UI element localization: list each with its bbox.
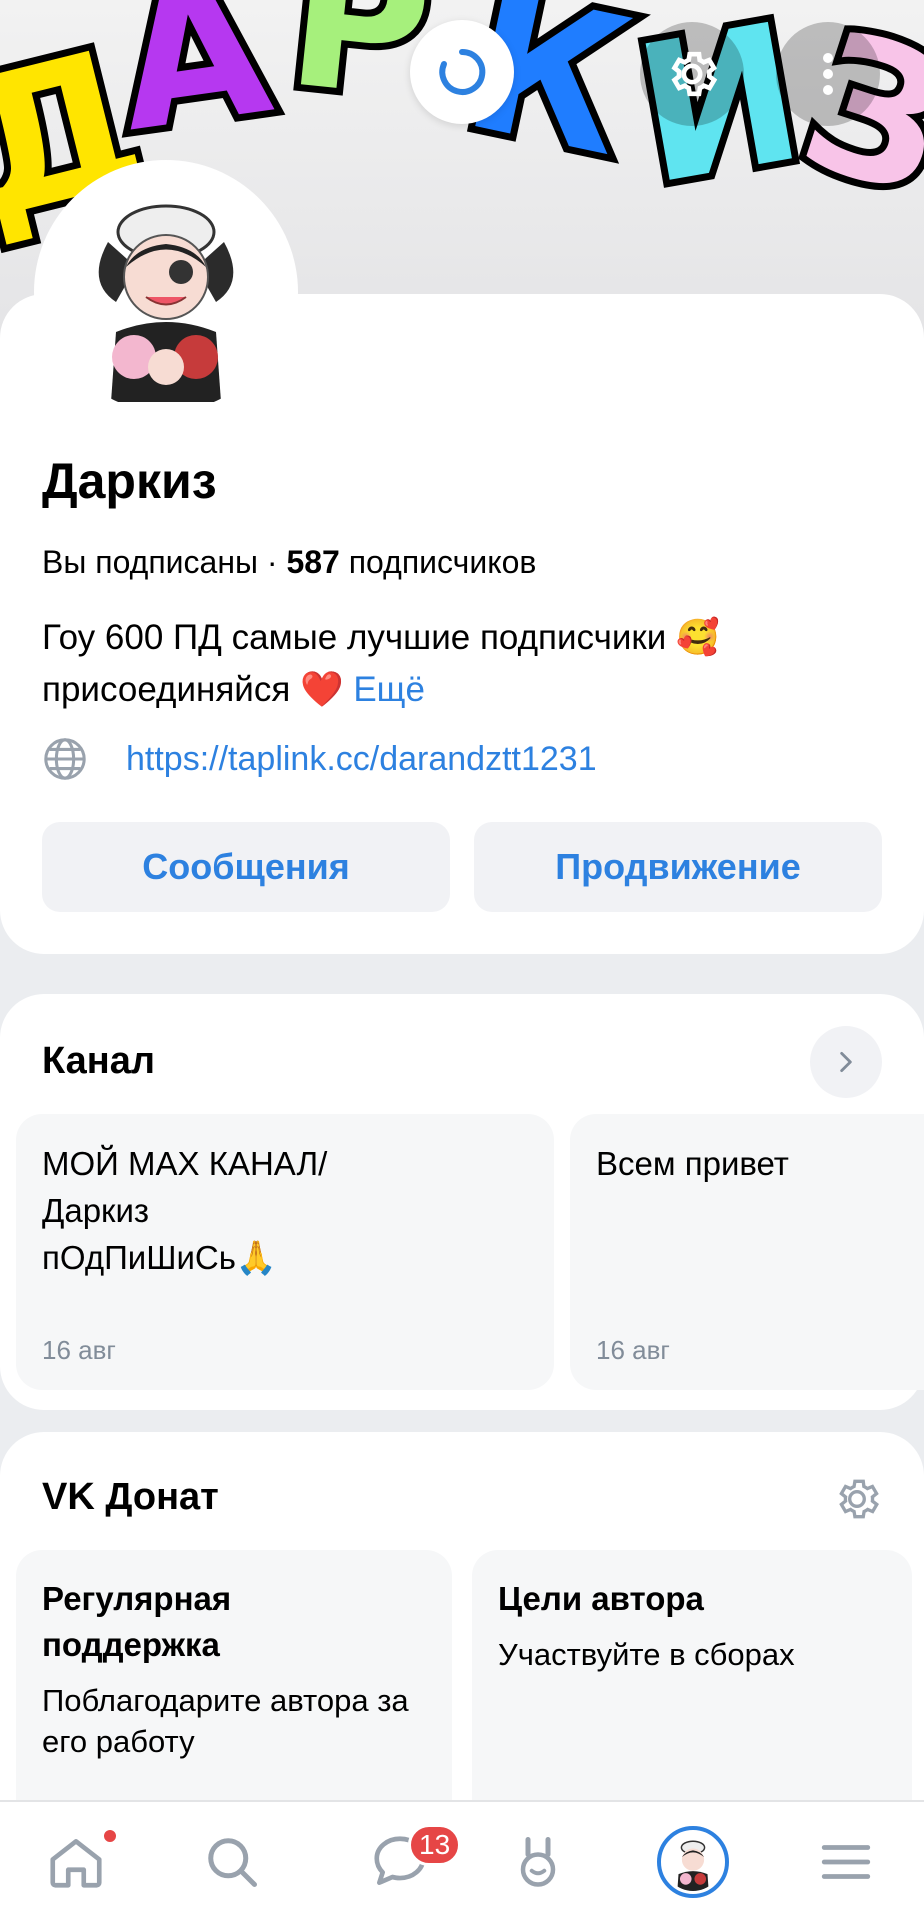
avatar bbox=[46, 172, 286, 412]
clips-icon bbox=[520, 1837, 556, 1887]
gear-icon bbox=[671, 51, 718, 97]
loading-indicator bbox=[410, 20, 514, 124]
gear-icon bbox=[839, 1479, 879, 1519]
more-vertical-icon bbox=[823, 53, 833, 95]
subscribers-label: подписчиков bbox=[339, 544, 537, 580]
tab-messages[interactable]: 13 bbox=[340, 1802, 462, 1920]
subscribed-text: Вы подписаны · bbox=[42, 544, 287, 580]
tile-title: Регулярная поддержка bbox=[42, 1580, 232, 1663]
chevron-right-icon bbox=[840, 1051, 852, 1073]
post-text: МОЙ МАХ КАНАЛ/Даркиз пОдПиШиСь🙏 bbox=[42, 1145, 328, 1276]
search-icon bbox=[208, 1838, 257, 1887]
donat-tile-regular[interactable]: Регулярная поддержка Поблагодарите автор… bbox=[16, 1550, 452, 1840]
spinner-icon bbox=[439, 48, 486, 95]
promotion-button[interactable]: Продвижение bbox=[474, 822, 882, 912]
donat-title: VK Донат bbox=[42, 1476, 219, 1518]
profile-name: Даркиз bbox=[42, 453, 217, 509]
tile-text: Участвуйте в сборах bbox=[498, 1637, 795, 1672]
messages-button[interactable]: Сообщения bbox=[42, 822, 450, 912]
post-text: Всем привет bbox=[596, 1145, 789, 1182]
post-date: 16 авг bbox=[42, 1335, 116, 1365]
subscribers-count: 587 bbox=[286, 544, 340, 580]
donat-settings-button[interactable] bbox=[832, 1474, 882, 1524]
profile-link-row[interactable]: https://taplink.cc/darandztt1231 bbox=[42, 736, 597, 782]
tab-home[interactable] bbox=[16, 1802, 136, 1920]
channel-post[interactable]: МОЙ МАХ КАНАЛ/Даркиз пОдПиШиСь🙏 16 авг bbox=[16, 1114, 554, 1390]
channel-title: Канал bbox=[42, 1040, 156, 1082]
tile-title: Цели автора bbox=[498, 1580, 704, 1617]
menu-icon bbox=[821, 1845, 871, 1879]
tab-clips[interactable] bbox=[478, 1802, 598, 1920]
notification-dot bbox=[102, 1828, 118, 1844]
bottom-tab-bar: 13 bbox=[0, 1800, 924, 1920]
avatar-image bbox=[46, 172, 286, 412]
channel-post[interactable]: Всем привет 16 авг bbox=[570, 1114, 924, 1390]
channel-open-button[interactable] bbox=[810, 1026, 882, 1098]
avatar bbox=[657, 1826, 729, 1898]
tile-text: Поблагодарите автора за его работу bbox=[42, 1683, 409, 1759]
settings-button[interactable] bbox=[640, 22, 744, 126]
globe-icon bbox=[44, 738, 86, 780]
profile-avatar[interactable] bbox=[34, 160, 298, 424]
post-date: 16 авг bbox=[596, 1335, 670, 1365]
more-link[interactable]: Ещё bbox=[353, 670, 425, 709]
messages-badge: 13 bbox=[408, 1824, 462, 1866]
home-icon bbox=[50, 1839, 102, 1888]
profile-link[interactable]: https://taplink.cc/darandztt1231 bbox=[126, 740, 597, 779]
donat-tile-goals[interactable]: Цели автора Участвуйте в сборах bbox=[472, 1550, 912, 1840]
tab-search[interactable] bbox=[172, 1802, 292, 1920]
more-options-button[interactable] bbox=[776, 22, 880, 126]
tab-profile[interactable] bbox=[633, 1802, 753, 1920]
avatar-image bbox=[664, 1833, 722, 1891]
profile-status: Гоу 600 ПД самые лучшие подписчики 🥰 при… bbox=[42, 612, 862, 716]
cover-letter: А bbox=[98, 0, 288, 181]
tab-menu[interactable] bbox=[786, 1802, 906, 1920]
subscribers-info[interactable]: Вы подписаны · 587 подписчиков bbox=[42, 544, 536, 581]
